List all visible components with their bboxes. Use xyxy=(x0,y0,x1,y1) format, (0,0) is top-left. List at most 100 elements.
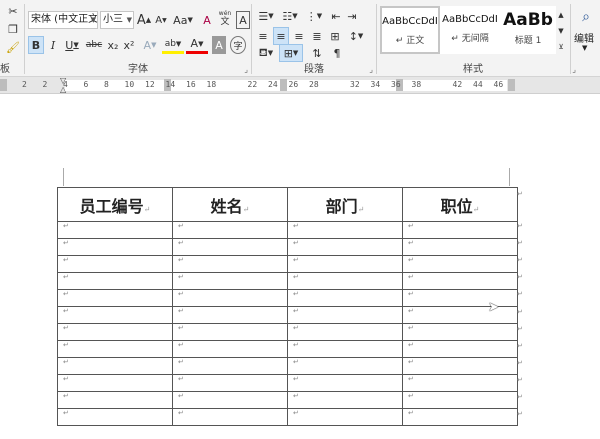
ruler-column-marker[interactable] xyxy=(280,79,287,91)
employee-table[interactable]: 员工编号↵ 姓名↵ 部门↵ 职位↵ ↵ ↵ ↵ ↵ ↵ ↵ ↵ ↵ ↵ ↵ ↵ ↵ ↵ ↵ ↵ ↵ ↵ ↵ ↵ ↵ ↵ ↵… xyxy=(57,187,518,426)
header-department[interactable]: 部门↵ xyxy=(287,187,403,222)
increase-indent-button[interactable]: ⇥ xyxy=(345,7,359,25)
clear-format-button[interactable]: A xyxy=(200,11,214,29)
styles-more[interactable]: ⊻ xyxy=(556,38,566,56)
table-cell[interactable]: ↵ xyxy=(172,340,288,358)
table-cell[interactable]: ↵ xyxy=(57,323,173,341)
table-cell[interactable]: ↵ xyxy=(287,255,403,273)
dialog-launcher-icon[interactable]: ⌟ xyxy=(244,65,248,74)
table-cell[interactable]: ↵ xyxy=(402,306,518,324)
table-cell[interactable]: ↵ xyxy=(402,374,518,392)
style-normal[interactable]: AaBbCcDdI ↵ 正文 xyxy=(380,6,440,54)
table-cell[interactable]: ↵ xyxy=(57,289,173,307)
table-cell[interactable]: ↵ xyxy=(402,238,518,256)
bullets-button[interactable]: ☰ ▼ xyxy=(255,7,277,25)
table-cell[interactable]: ↵ xyxy=(172,357,288,375)
distributed-button[interactable]: ⊞ xyxy=(327,27,343,45)
header-name[interactable]: 姓名↵ xyxy=(172,187,288,222)
character-border-button[interactable]: A xyxy=(236,11,250,29)
highlight-button[interactable]: ab ▼ xyxy=(162,36,184,54)
table-cell[interactable]: ↵ xyxy=(172,323,288,341)
justify-button[interactable]: ≣ xyxy=(309,27,325,45)
line-spacing-button[interactable]: ↕ ▼ xyxy=(345,27,367,45)
decrease-indent-button[interactable]: ⇤ xyxy=(329,7,343,25)
table-cell[interactable]: ↵ xyxy=(172,238,288,256)
table-cell[interactable]: ↵ xyxy=(402,221,518,239)
editing-label[interactable]: 编辑 xyxy=(574,30,594,45)
character-shading-button[interactable]: A xyxy=(212,36,226,54)
table-cell[interactable]: ↵ xyxy=(172,272,288,290)
table-cell[interactable]: ↵ xyxy=(402,289,518,307)
enclose-char-button[interactable]: 字 xyxy=(230,36,246,54)
table-cell[interactable]: ↵ xyxy=(57,391,173,409)
ruler-column-marker[interactable] xyxy=(508,79,515,91)
change-case-button[interactable]: Aa ▼ xyxy=(172,11,194,29)
align-center-button[interactable]: ≡ xyxy=(273,27,289,45)
find-button[interactable]: ⌕ xyxy=(576,8,596,26)
table-cell[interactable]: ↵ xyxy=(57,255,173,273)
table-cell[interactable]: ↵ xyxy=(287,306,403,324)
align-right-button[interactable]: ≡ xyxy=(291,27,307,45)
header-position[interactable]: 职位↵ xyxy=(402,187,518,222)
table-cell[interactable]: ↵ xyxy=(287,374,403,392)
table-cell[interactable]: ↵ xyxy=(402,357,518,375)
align-left-button[interactable]: ≡ xyxy=(255,27,271,45)
underline-button[interactable]: U ▼ xyxy=(62,36,82,54)
table-cell[interactable]: ↵ xyxy=(57,374,173,392)
table-cell[interactable]: ↵ xyxy=(57,357,173,375)
table-cell[interactable]: ↵ xyxy=(57,221,173,239)
cut-icon[interactable]: ✂ xyxy=(6,2,20,20)
format-painter-icon[interactable]: 🖌 xyxy=(6,38,20,56)
table-cell[interactable]: ↵ xyxy=(402,272,518,290)
table-cell[interactable]: ↵ xyxy=(57,340,173,358)
table-cell[interactable]: ↵ xyxy=(287,221,403,239)
table-cell[interactable]: ↵ xyxy=(287,391,403,409)
table-cell[interactable]: ↵ xyxy=(287,357,403,375)
text-effects-button[interactable]: A ▼ xyxy=(140,36,160,54)
table-cell[interactable]: ↵ xyxy=(402,323,518,341)
table-cell[interactable]: ↵ xyxy=(57,408,173,426)
shrink-font-button[interactable]: A ▼ xyxy=(153,11,169,29)
font-family-combo[interactable]: 宋体 (中文正文 ▼ xyxy=(28,11,98,29)
chevron-down-icon[interactable]: ▼ xyxy=(127,12,132,28)
font-color-button[interactable]: A ▼ xyxy=(186,36,208,54)
style-no-spacing[interactable]: AaBbCcDdI ↵ 无间隔 xyxy=(440,6,500,54)
table-cell[interactable]: ↵ xyxy=(57,272,173,290)
chevron-down-icon[interactable]: ▼ xyxy=(91,12,96,28)
copy-icon[interactable]: ❐ xyxy=(6,20,20,38)
table-cell[interactable]: ↵ xyxy=(402,391,518,409)
header-employee-id[interactable]: 员工编号↵ xyxy=(57,187,173,222)
table-cell[interactable]: ↵ xyxy=(172,255,288,273)
table-cell[interactable]: ↵ xyxy=(402,255,518,273)
table-cell[interactable]: ↵ xyxy=(287,272,403,290)
chevron-down-icon[interactable]: ▼ xyxy=(582,44,587,52)
superscript-button[interactable]: x² xyxy=(122,36,136,54)
table-cell[interactable]: ↵ xyxy=(287,408,403,426)
table-cell[interactable]: ↵ xyxy=(402,408,518,426)
table-cell[interactable]: ↵ xyxy=(287,289,403,307)
phonetic-guide-button[interactable]: wén 文 xyxy=(216,9,234,27)
table-cell[interactable]: ↵ xyxy=(287,340,403,358)
italic-button[interactable]: I xyxy=(46,36,60,54)
table-cell[interactable]: ↵ xyxy=(172,391,288,409)
multilevel-list-button[interactable]: ⋮ ▼ xyxy=(303,7,325,25)
grow-font-button[interactable]: A ▲ xyxy=(136,11,152,29)
table-cell[interactable]: ↵ xyxy=(402,340,518,358)
numbering-button[interactable]: ☷ ▼ xyxy=(279,7,301,25)
horizontal-ruler[interactable]: ▽ △ 2 2 4 6 8 10 12 14 16 18 22 24 26 28 32 34 36 38 42 44 4… xyxy=(0,76,600,94)
document-canvas[interactable]: 员工编号↵ 姓名↵ 部门↵ 职位↵ ↵ ↵ ↵ ↵ ↵ ↵ ↵ ↵ ↵ ↵ ↵ ↵ ↵ ↵ ↵ ↵ ↵ ↵ ↵ ↵ ↵ ↵… xyxy=(0,94,600,439)
table-cell[interactable]: ↵ xyxy=(287,238,403,256)
table-cell[interactable]: ↵ xyxy=(172,306,288,324)
table-cell[interactable]: ↵ xyxy=(57,306,173,324)
table-cell[interactable]: ↵ xyxy=(57,238,173,256)
table-cell[interactable]: ↵ xyxy=(287,323,403,341)
subscript-button[interactable]: x₂ xyxy=(106,36,120,54)
table-cell[interactable]: ↵ xyxy=(172,374,288,392)
style-heading-1[interactable]: AaBb 标题 1 xyxy=(500,6,556,54)
bold-button[interactable]: B xyxy=(28,36,44,54)
table-cell[interactable]: ↵ xyxy=(172,408,288,426)
font-size-combo[interactable]: 小三 ▼ xyxy=(100,11,134,29)
table-cell[interactable]: ↵ xyxy=(172,289,288,307)
strikethrough-button[interactable]: abc xyxy=(84,36,104,54)
ruler-margin-left[interactable] xyxy=(0,79,7,91)
